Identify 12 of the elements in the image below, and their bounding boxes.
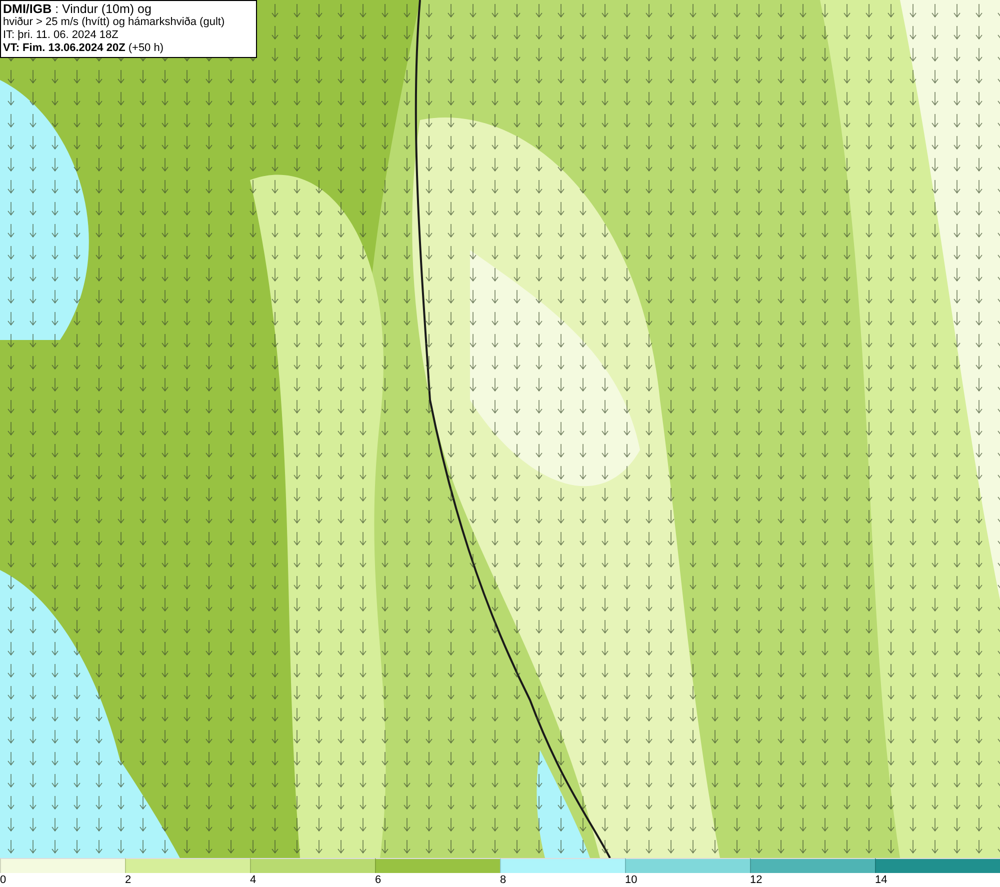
title-line: IT: þri. 11. 06. 2024 18Z <box>3 29 120 42</box>
legend-tick-label: 10 <box>625 873 638 887</box>
legend-tick-label: 0 <box>0 873 6 887</box>
legend-tick-label: 4 <box>250 873 256 887</box>
title-line: DMI/IGB : Vindur (10m) og <box>3 2 152 16</box>
legend-tick-label: 2 <box>125 873 132 887</box>
legend-tick-label: 14 <box>875 873 888 887</box>
legend-tick-label: 6 <box>375 873 382 887</box>
title-line: VT: Fim. 13.06.2024 20Z (+50 h) <box>3 42 165 55</box>
legend-tick-label: 8 <box>500 873 506 887</box>
legend-tick-label: 12 <box>750 873 762 887</box>
title-line: hviður > 25 m/s (hvítt) og hámarkshviða (gult) <box>3 16 226 29</box>
